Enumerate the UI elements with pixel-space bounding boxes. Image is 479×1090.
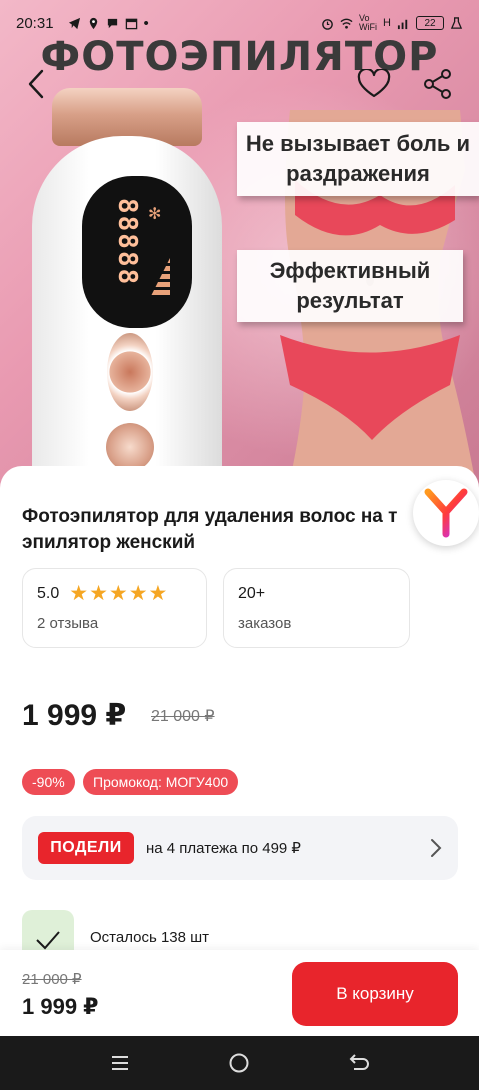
- orders-label: заказов: [238, 615, 292, 632]
- device-button: [106, 423, 154, 471]
- volte-label: Vo WiFi: [359, 13, 378, 32]
- rating-row: 5.0 ★★★★★: [37, 582, 192, 605]
- price: 1 999 ₽: [22, 699, 127, 732]
- back-button[interactable]: [18, 66, 54, 102]
- rating-card[interactable]: 5.0 ★★★★★ 2 отзыва: [22, 568, 207, 648]
- status-dot: •: [143, 14, 149, 32]
- star-rating-icon: ★★★★★: [69, 582, 169, 605]
- status-right: Vo WiFi H 22: [321, 14, 463, 32]
- fan-icon: ✻: [148, 206, 162, 223]
- epilator-device-image: 88888 ✻: [22, 88, 222, 490]
- orders-count: 20+: [238, 585, 266, 602]
- share-button[interactable]: [420, 66, 456, 102]
- telegram-icon: [68, 17, 80, 29]
- home-button[interactable]: [219, 1043, 259, 1083]
- split-payment-text: на 4 платежа по 499 ₽: [146, 840, 301, 857]
- home-circle-icon: [229, 1053, 249, 1073]
- product-title: Фотоэпилятор для удаления волос на т эпи…: [22, 506, 398, 553]
- menu-icon: [111, 1056, 128, 1070]
- network-type: H: [383, 17, 391, 29]
- alarm-icon: [322, 18, 333, 30]
- chat-icon: [107, 18, 117, 28]
- status-time: 20:31: [16, 14, 54, 32]
- yandex-logo-icon: [424, 488, 468, 538]
- promo-code-badge[interactable]: Промокод: МОГУ400: [83, 769, 239, 795]
- old-price: 21 000 ₽: [151, 708, 215, 725]
- favorite-button[interactable]: [356, 66, 392, 102]
- heart-icon: [357, 69, 391, 98]
- stock-text: Осталось 138 шт: [90, 929, 210, 946]
- back-arrow-icon: [28, 69, 44, 99]
- buy-bar-old-price: 21 000 ₽: [22, 971, 82, 988]
- back-icon: [349, 1054, 370, 1070]
- buy-bar: 21 000 ₽ 1 999 ₽ В корзину: [0, 950, 479, 1036]
- share-icon: [424, 69, 451, 99]
- location-icon: [89, 17, 97, 29]
- rating-value: 5.0: [37, 585, 60, 602]
- wifi-icon: [340, 18, 353, 29]
- callout-no-pain: Не вызывает боль и раздражения: [237, 122, 479, 196]
- battery-icon: 22: [416, 16, 444, 30]
- callout-effective: Эффективный результат: [237, 250, 463, 322]
- orders-card: 20+ заказов: [223, 568, 410, 648]
- buy-bar-price: 1 999 ₽: [22, 994, 99, 1019]
- status-left: 20:31 •: [16, 15, 149, 32]
- chevron-right-icon: [431, 839, 442, 857]
- split-payment-row[interactable]: ПОДЕЛИ на 4 платежа по 499 ₽: [22, 816, 458, 880]
- reviews-count: 2 отзыва: [37, 615, 99, 632]
- status-bar: 20:31 • Vo WiFi H 22: [0, 0, 479, 46]
- flask-icon: [450, 16, 463, 29]
- recent-apps-button[interactable]: [100, 1043, 140, 1083]
- system-back-button[interactable]: [339, 1043, 379, 1083]
- check-icon: [36, 931, 60, 950]
- product-image-gallery[interactable]: ФОТОЭПИЛЯТОР 88888 ✻ Не вызывает боль и …: [0, 0, 479, 490]
- calendar-icon: [125, 18, 137, 29]
- add-to-cart-button[interactable]: В корзину: [292, 962, 458, 1026]
- signal-icon: [397, 19, 408, 29]
- device-digits: 88888: [112, 198, 142, 287]
- device-lamp: [107, 333, 153, 411]
- system-navigation-bar: [0, 1036, 479, 1090]
- discount-badge: -90%: [22, 769, 75, 795]
- yandex-button[interactable]: [413, 480, 479, 546]
- podeli-logo: ПОДЕЛИ: [38, 832, 134, 864]
